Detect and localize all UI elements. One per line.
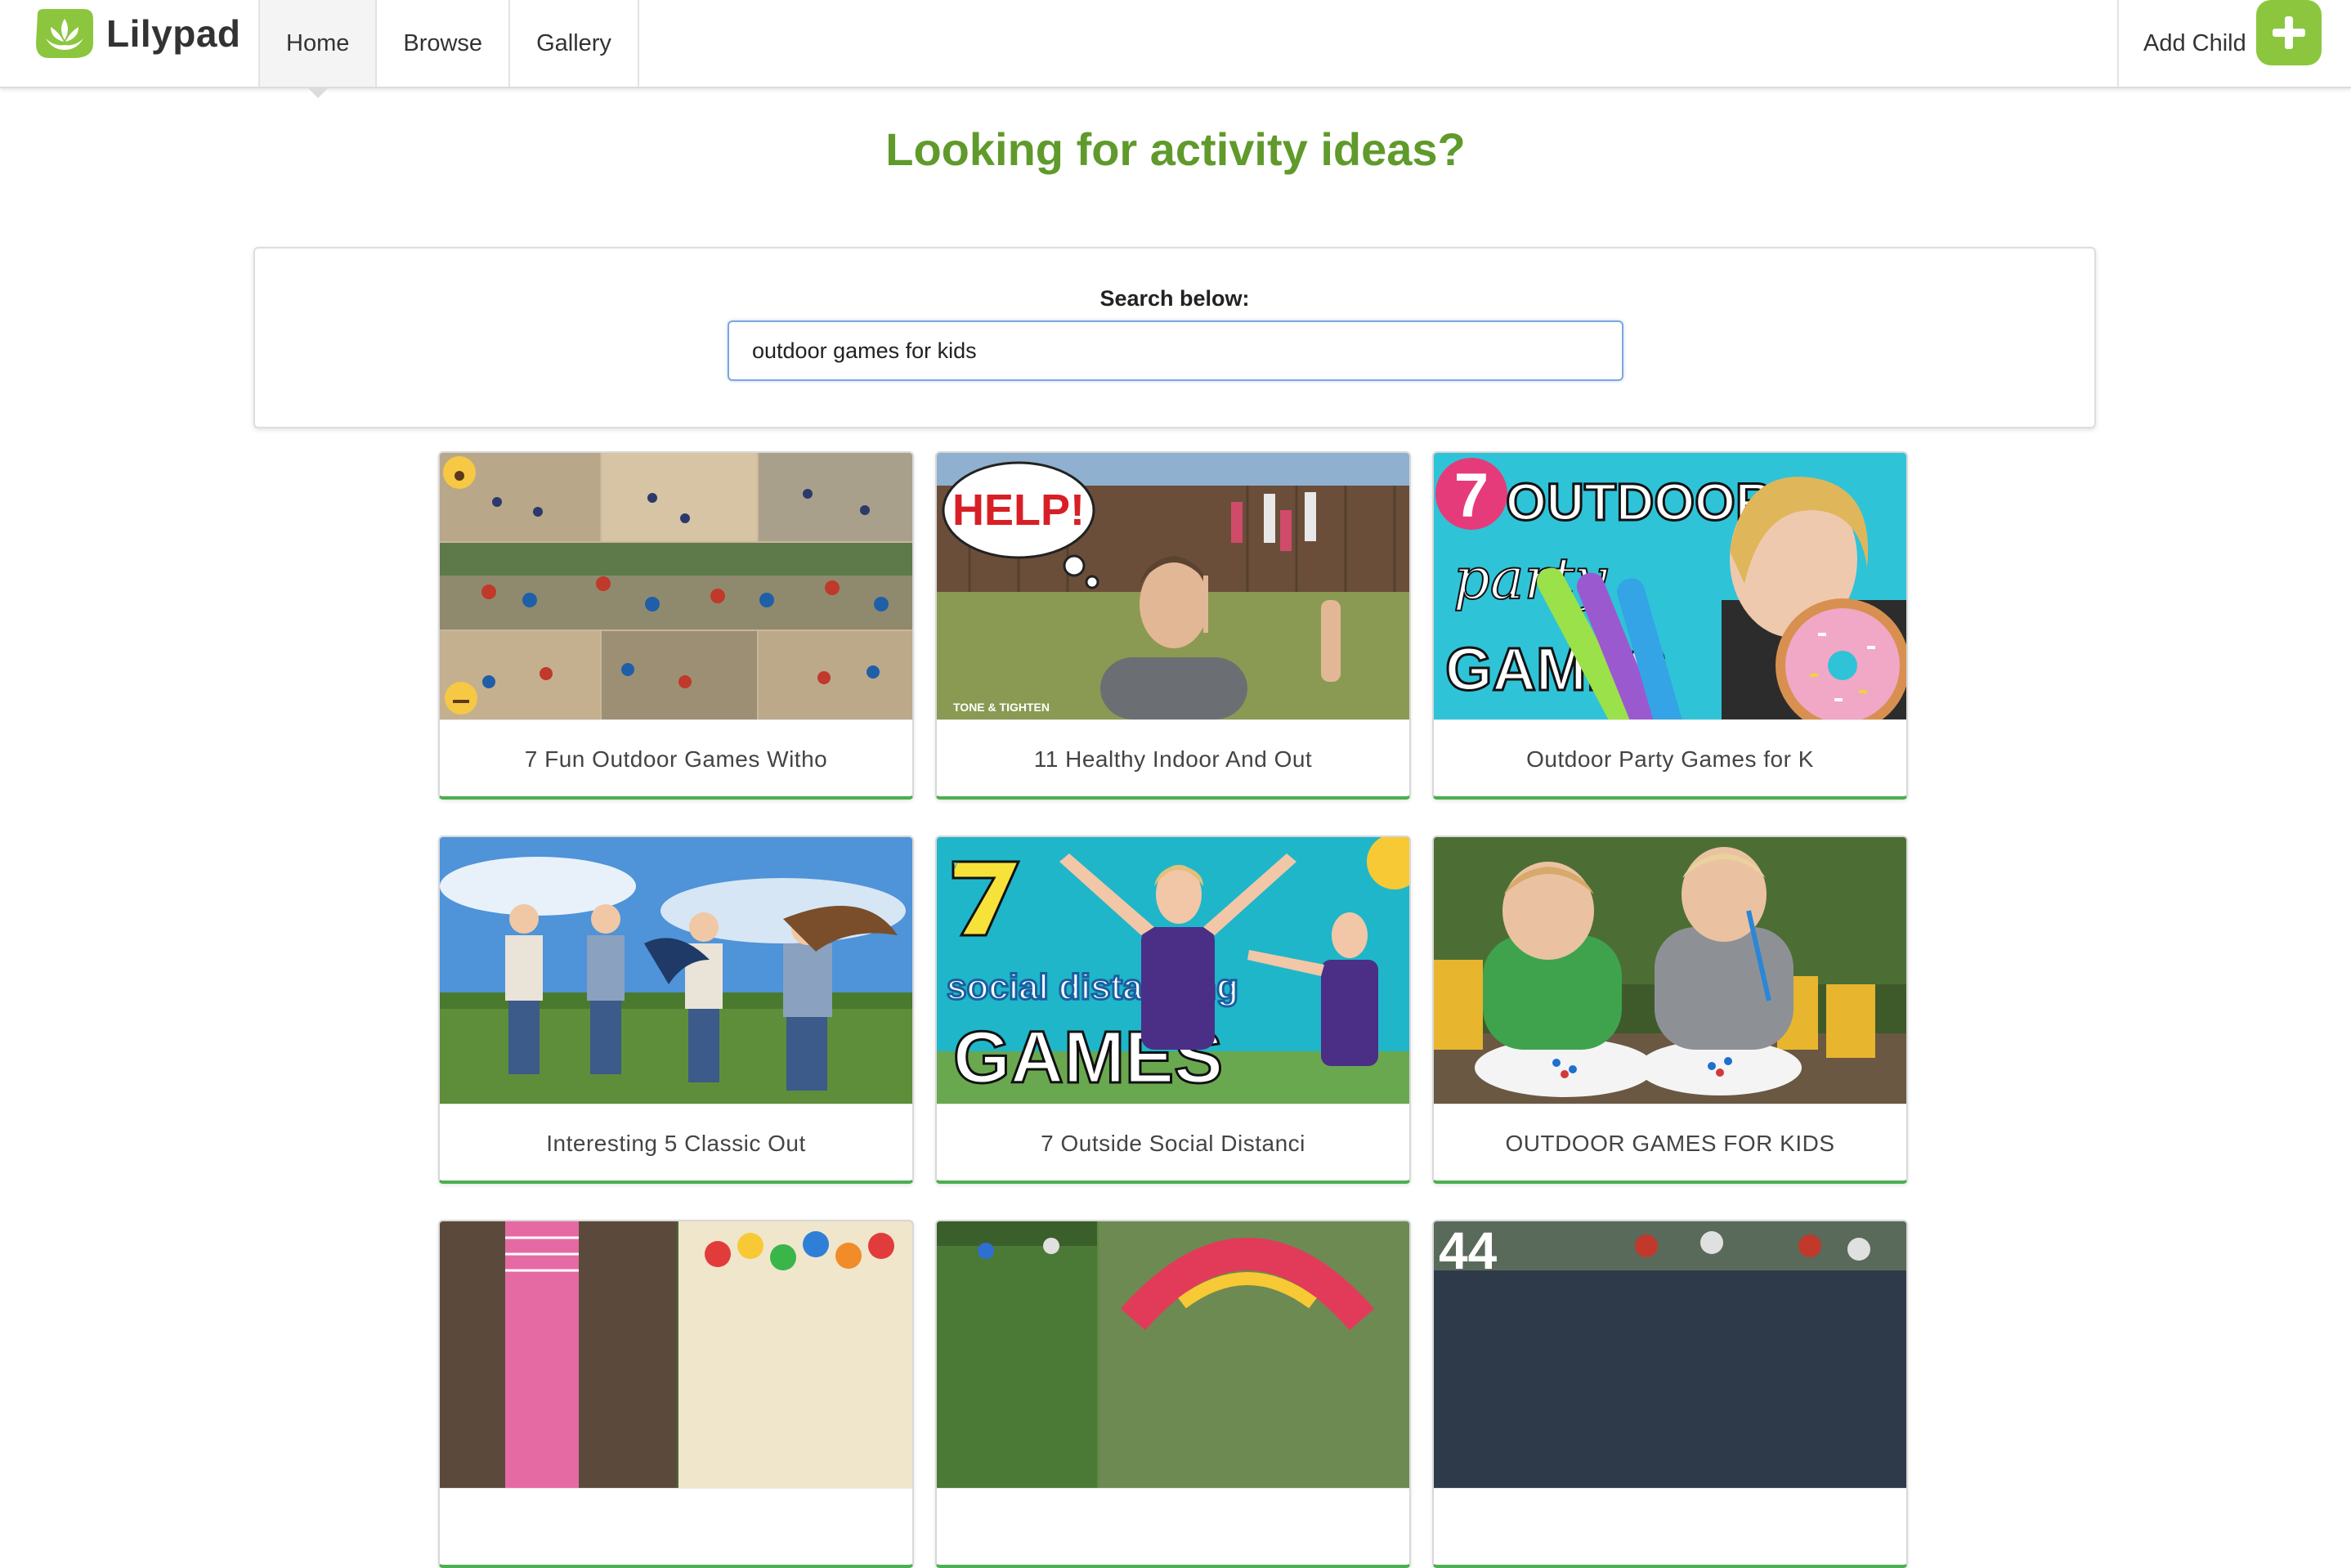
card-thumbnail bbox=[1434, 837, 1906, 1104]
result-card[interactable]: OUTDOOR GAMES FOR KIDS bbox=[1432, 836, 1908, 1184]
tab-browse[interactable]: Browse bbox=[377, 0, 511, 87]
result-card[interactable]: Interesting 5 Classic Out bbox=[438, 836, 914, 1184]
card-title: Interesting 5 Classic Out bbox=[440, 1104, 912, 1180]
card-thumbnail bbox=[440, 1221, 912, 1488]
search-label: Search below: bbox=[1099, 286, 1250, 311]
card-title bbox=[1434, 1488, 1906, 1565]
add-child-button[interactable]: Add Child bbox=[2117, 0, 2351, 87]
tab-gallery[interactable]: Gallery bbox=[510, 0, 639, 87]
result-card[interactable] bbox=[438, 1220, 914, 1568]
result-card[interactable] bbox=[935, 1220, 1411, 1568]
tab-browse-label: Browse bbox=[403, 29, 483, 56]
search-panel: Search below: bbox=[253, 247, 2096, 428]
card-thumbnail: 7 OUTDOOR party GAMES bbox=[1434, 453, 1906, 719]
top-navbar: Lilypad Home Browse Gallery Add Child bbox=[0, 0, 2351, 98]
tab-home[interactable]: Home bbox=[258, 0, 378, 98]
plus-icon[interactable] bbox=[2255, 0, 2322, 65]
card-title: 7 Fun Outdoor Games Witho bbox=[440, 719, 912, 796]
result-card[interactable]: HELP! TONE & TIGHTEN 11 Healthy Indoor A… bbox=[935, 451, 1411, 800]
card-thumbnail: 7 social distancing GAMES bbox=[937, 837, 1409, 1104]
tab-home-label: Home bbox=[286, 29, 350, 56]
result-card[interactable]: 7 OUTDOOR party GAMES Outdoor Party Game… bbox=[1432, 451, 1908, 800]
thumb-help-text: HELP! bbox=[952, 486, 1085, 535]
card-thumbnail bbox=[440, 453, 912, 719]
thumb-seven-text-2: 7 bbox=[953, 862, 958, 871]
brand-name: Lilypad bbox=[106, 12, 241, 55]
card-thumbnail bbox=[937, 1221, 1409, 1488]
page-title: Looking for activity ideas? bbox=[885, 123, 1466, 175]
card-title: OUTDOOR GAMES FOR KIDS bbox=[1434, 1104, 1906, 1180]
add-child-label: Add Child bbox=[2143, 29, 2246, 56]
card-title bbox=[440, 1488, 912, 1565]
tab-gallery-label: Gallery bbox=[536, 29, 611, 56]
search-input[interactable] bbox=[728, 320, 1623, 381]
card-title bbox=[937, 1488, 1409, 1565]
lotus-logo-icon bbox=[36, 9, 93, 58]
card-thumbnail: 44 bbox=[1434, 1221, 1906, 1488]
card-title: 11 Healthy Indoor And Out bbox=[937, 719, 1409, 796]
brand-home-link[interactable]: Lilypad bbox=[33, 5, 241, 62]
card-title: Outdoor Party Games for K bbox=[1434, 719, 1906, 796]
card-title: 7 Outside Social Distanci bbox=[937, 1104, 1409, 1180]
card-thumbnail bbox=[440, 837, 912, 1104]
thumb-fortyfour-text: 44 bbox=[1439, 1221, 1498, 1280]
nav-tabs: Home Browse Gallery bbox=[258, 0, 639, 98]
thumb-seven-text: 7 bbox=[1454, 461, 1489, 531]
result-card[interactable]: 7 social distancing GAMES 7 Outside Soci… bbox=[935, 836, 1411, 1184]
thumb-watermark: TONE & TIGHTEN bbox=[953, 701, 1050, 714]
card-thumbnail: HELP! TONE & TIGHTEN bbox=[937, 453, 1409, 719]
thumb-outdoor-text: OUTDOOR bbox=[1506, 473, 1773, 531]
result-card[interactable]: 7 Fun Outdoor Games Witho bbox=[438, 451, 914, 800]
result-card[interactable]: 44 bbox=[1432, 1220, 1908, 1568]
